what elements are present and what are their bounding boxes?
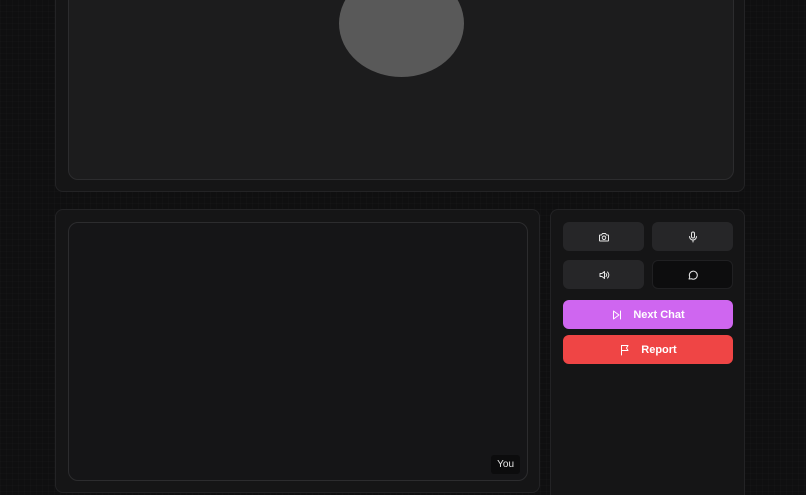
next-chat-label: Next Chat [633, 308, 685, 321]
local-video-label: You [491, 455, 520, 474]
local-video: You [68, 222, 528, 481]
speaker-icon [599, 270, 609, 279]
microphone-toggle-button[interactable] [652, 222, 733, 251]
skip-forward-icon [613, 310, 622, 319]
remote-video-card [55, 0, 745, 192]
remote-avatar-placeholder [339, 0, 464, 77]
camera-toggle-button[interactable] [563, 222, 644, 251]
report-label: Report [641, 343, 677, 356]
microphone-icon [688, 231, 697, 242]
next-chat-button[interactable]: Next Chat [563, 300, 733, 329]
local-video-card: You [55, 209, 540, 493]
remote-video [68, 0, 734, 180]
page: You Next Chat Report [0, 0, 806, 495]
camera-icon [598, 232, 609, 241]
chat-bubble-icon [688, 270, 698, 280]
controls-panel: Next Chat Report [550, 209, 745, 495]
chat-toggle-button[interactable] [652, 260, 733, 289]
speaker-toggle-button[interactable] [563, 260, 644, 289]
report-button[interactable]: Report [563, 335, 733, 364]
flag-icon [621, 344, 629, 355]
